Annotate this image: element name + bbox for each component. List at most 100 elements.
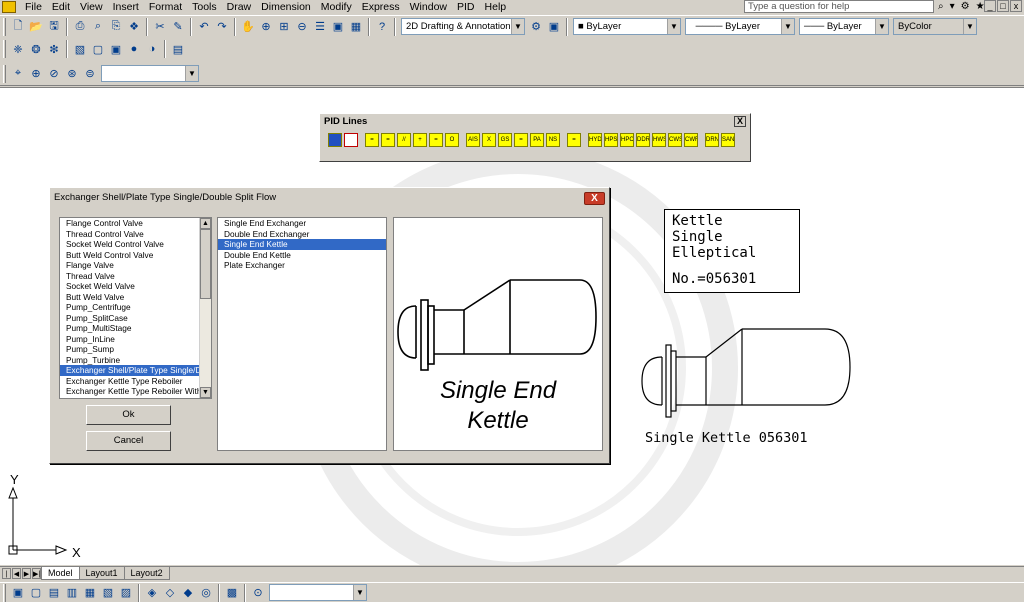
- open-file-icon[interactable]: 📂: [28, 19, 44, 35]
- scroll-thumb[interactable]: [200, 229, 211, 299]
- pid-line-button[interactable]: AIS: [466, 133, 480, 147]
- conceptual-icon[interactable]: ◑: [144, 41, 160, 57]
- pid-line-button[interactable]: GS: [498, 133, 512, 147]
- ok-button[interactable]: Ok: [86, 405, 171, 425]
- zoom-window-icon[interactable]: ⊞: [276, 19, 292, 35]
- pid-line-button[interactable]: [328, 133, 342, 147]
- next-tab-icon[interactable]: ▶: [22, 568, 31, 579]
- view-front-icon[interactable]: ▦: [82, 585, 98, 601]
- help-search-input[interactable]: Type a question for help: [744, 0, 934, 13]
- list-item[interactable]: Plate Exchanger: [218, 260, 386, 271]
- dialog-title[interactable]: Exchanger Shell/Plate Type Single/Double…: [50, 188, 609, 208]
- properties-icon[interactable]: ☰: [312, 19, 328, 35]
- dropdown-icon[interactable]: ▾: [948, 0, 957, 13]
- zoom-previous-icon[interactable]: ⊖: [294, 19, 310, 35]
- menu-help[interactable]: Help: [480, 0, 512, 14]
- symbol-category-list[interactable]: Flange Control Valve Thread Control Valve…: [59, 217, 212, 399]
- 2d-wireframe-icon[interactable]: ▧: [72, 41, 88, 57]
- scroll-up-icon[interactable]: ▲: [200, 218, 211, 229]
- menu-insert[interactable]: Insert: [108, 0, 144, 14]
- 3d-hidden-icon[interactable]: ▣: [108, 41, 124, 57]
- pid-line-button[interactable]: [344, 133, 358, 147]
- list-item[interactable]: Pump_InLine: [60, 334, 199, 345]
- menu-edit[interactable]: Edit: [47, 0, 75, 14]
- view-right-icon[interactable]: ▥: [64, 585, 80, 601]
- list-item[interactable]: Single End Kettle: [218, 239, 386, 250]
- ucs-world-icon[interactable]: ⊕: [28, 66, 44, 82]
- settings-icon[interactable]: ⚙: [959, 0, 972, 13]
- toolbar-grip[interactable]: [3, 64, 6, 83]
- pid-line-button[interactable]: X: [482, 133, 496, 147]
- named-views-icon[interactable]: ▩: [224, 585, 240, 601]
- realistic-icon[interactable]: ●: [126, 41, 142, 57]
- menu-format[interactable]: Format: [144, 0, 187, 14]
- pid-line-button[interactable]: NS: [546, 133, 560, 147]
- workspace-select[interactable]: 2D Drafting & Annotation ▼: [401, 18, 525, 35]
- color-select[interactable]: ByColor ▼: [893, 18, 977, 35]
- list-item[interactable]: Double End Exchanger: [218, 229, 386, 240]
- pid-line-button[interactable]: HYD: [588, 133, 602, 147]
- app-icon[interactable]: [2, 1, 16, 13]
- first-tab-icon[interactable]: |◀: [2, 568, 11, 589]
- tab-layout2[interactable]: Layout2: [123, 567, 170, 580]
- view-camera-icon[interactable]: ◎: [198, 585, 214, 601]
- ucs-icon[interactable]: ⌖: [10, 66, 26, 82]
- list-item[interactable]: Exchanger Shell/Plate Type Single/Doul: [60, 365, 199, 376]
- cancel-button[interactable]: Cancel: [86, 431, 171, 451]
- cut-icon[interactable]: ✂: [152, 19, 168, 35]
- menu-view[interactable]: View: [75, 0, 108, 14]
- menu-draw[interactable]: Draw: [222, 0, 257, 14]
- design-center-icon[interactable]: ▣: [330, 19, 346, 35]
- workspace-save-icon[interactable]: ▣: [546, 19, 562, 35]
- prev-tab-icon[interactable]: ◀: [12, 568, 21, 579]
- pid-line-button[interactable]: =: [381, 133, 395, 147]
- view-back-icon[interactable]: ▧: [100, 585, 116, 601]
- toolbar-grip[interactable]: [3, 583, 6, 602]
- continuous-orbit-icon[interactable]: ❇: [46, 41, 62, 57]
- print-icon[interactable]: ⎙: [72, 19, 88, 35]
- list-item[interactable]: Exchanger Kettle Type Reboiler: [60, 376, 199, 387]
- list-item[interactable]: Pump_Centrifuge: [60, 302, 199, 313]
- free-orbit-icon[interactable]: ❂: [28, 41, 44, 57]
- pid-toolbar-title[interactable]: PID Lines X: [320, 114, 750, 129]
- list-item[interactable]: Pump_MultiStage: [60, 323, 199, 334]
- named-ucs-select[interactable]: ▼: [101, 65, 199, 82]
- pid-line-button[interactable]: CWR: [684, 133, 698, 147]
- visual-style-manager-icon[interactable]: ▤: [170, 41, 186, 57]
- menu-express[interactable]: Express: [357, 0, 405, 14]
- list-item[interactable]: Butt Weld Control Valve: [60, 250, 199, 261]
- pid-line-button[interactable]: =: [567, 133, 581, 147]
- plot-icon[interactable]: ⎘: [108, 19, 124, 35]
- list-item[interactable]: Pump_Turbine: [60, 355, 199, 366]
- menu-tools[interactable]: Tools: [187, 0, 222, 14]
- tab-model[interactable]: Model: [41, 567, 80, 580]
- pid-line-button[interactable]: DRN: [705, 133, 719, 147]
- pid-line-button[interactable]: SAN: [721, 133, 735, 147]
- pid-line-button[interactable]: =: [365, 133, 379, 147]
- view-iso-sw-icon[interactable]: ▨: [118, 585, 134, 601]
- list-item[interactable]: Socket Weld Control Valve: [60, 239, 199, 250]
- pid-line-button[interactable]: =: [514, 133, 528, 147]
- pid-line-button[interactable]: HWS: [652, 133, 666, 147]
- restore-icon[interactable]: □: [997, 0, 1009, 12]
- list-item[interactable]: Pump_SplitCase: [60, 313, 199, 324]
- pid-line-button[interactable]: HPC: [620, 133, 634, 147]
- view-left-icon[interactable]: ▤: [46, 585, 62, 601]
- print-preview-icon[interactable]: ⌕: [90, 19, 106, 35]
- toolbar-grip[interactable]: [3, 40, 6, 58]
- undo-icon[interactable]: ↶: [196, 19, 212, 35]
- pid-line-button[interactable]: DDR: [636, 133, 650, 147]
- tab-layout1[interactable]: Layout1: [78, 567, 125, 580]
- pan-icon[interactable]: ✋: [240, 19, 256, 35]
- pid-line-button[interactable]: O: [445, 133, 459, 147]
- view-iso-se-icon[interactable]: ◈: [144, 585, 160, 601]
- workspace-settings-icon[interactable]: ⚙: [528, 19, 544, 35]
- menu-file[interactable]: File: [20, 0, 47, 14]
- pid-line-button[interactable]: +: [413, 133, 427, 147]
- list-item[interactable]: Single End Exchanger: [218, 218, 386, 229]
- save-icon[interactable]: 🖫: [46, 19, 62, 35]
- linetype-select[interactable]: ──── ByLayer ▼: [685, 18, 795, 35]
- list-item[interactable]: Flange Valve: [60, 260, 199, 271]
- toolbar-grip[interactable]: [3, 17, 6, 36]
- search-icon[interactable]: ⌕: [936, 0, 946, 13]
